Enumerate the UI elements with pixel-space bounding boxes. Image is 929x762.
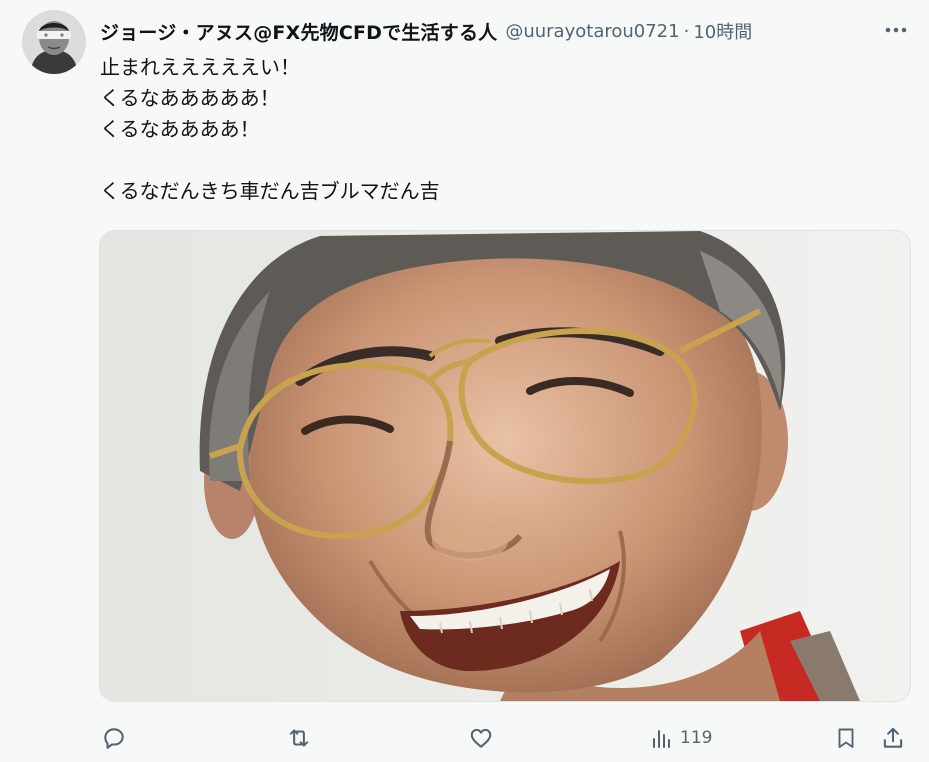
man-portrait-image bbox=[100, 231, 910, 701]
author-handle[interactable]: @uurayotarou0721 bbox=[505, 21, 679, 42]
separator-dot: · bbox=[683, 20, 690, 42]
bookmark-icon bbox=[838, 728, 854, 748]
tweet: ジョージ・アヌス@FX先物CFDで生活する人 @uurayotarou0721 … bbox=[0, 0, 929, 762]
like-button[interactable] bbox=[468, 718, 494, 758]
tweet-timestamp[interactable]: 10時間 bbox=[693, 18, 752, 44]
tweet-text-line: くるなだんきち車だん吉ブルマだん吉 bbox=[100, 179, 440, 203]
bookmark-button[interactable] bbox=[834, 718, 858, 758]
views-button[interactable]: 119 bbox=[650, 718, 712, 758]
tweet-text-line bbox=[100, 145, 440, 176]
more-options-button[interactable] bbox=[879, 16, 913, 44]
avatar[interactable] bbox=[22, 10, 86, 74]
more-dots-icon bbox=[885, 27, 907, 33]
retweet-button[interactable] bbox=[286, 718, 312, 758]
share-button[interactable] bbox=[880, 718, 906, 758]
heart-icon bbox=[470, 728, 492, 748]
views-icon bbox=[653, 730, 670, 748]
views-count: 119 bbox=[680, 728, 713, 748]
reply-button[interactable] bbox=[101, 718, 127, 758]
retweet-icon bbox=[289, 729, 309, 747]
tweet-media-photo[interactable] bbox=[99, 230, 911, 702]
tweet-text-line: 止まれえええええい！ bbox=[100, 55, 300, 79]
tweet-header: ジョージ・アヌス@FX先物CFDで生活する人 @uurayotarou0721 … bbox=[100, 14, 913, 48]
share-icon bbox=[883, 727, 903, 748]
avatar-image bbox=[22, 10, 86, 74]
tweet-text-line: くるなあああああ！ bbox=[100, 86, 280, 110]
reply-icon bbox=[104, 728, 124, 749]
author-display-name[interactable]: ジョージ・アヌス@FX先物CFDで生活する人 bbox=[100, 18, 497, 45]
tweet-text-line: くるなああああ！ bbox=[100, 117, 260, 141]
tweet-text: 止まれえええええい！ くるなあああああ！ くるなああああ！ くるなだんきち車だん… bbox=[100, 52, 440, 207]
tweet-action-bar: 119 bbox=[0, 718, 929, 758]
